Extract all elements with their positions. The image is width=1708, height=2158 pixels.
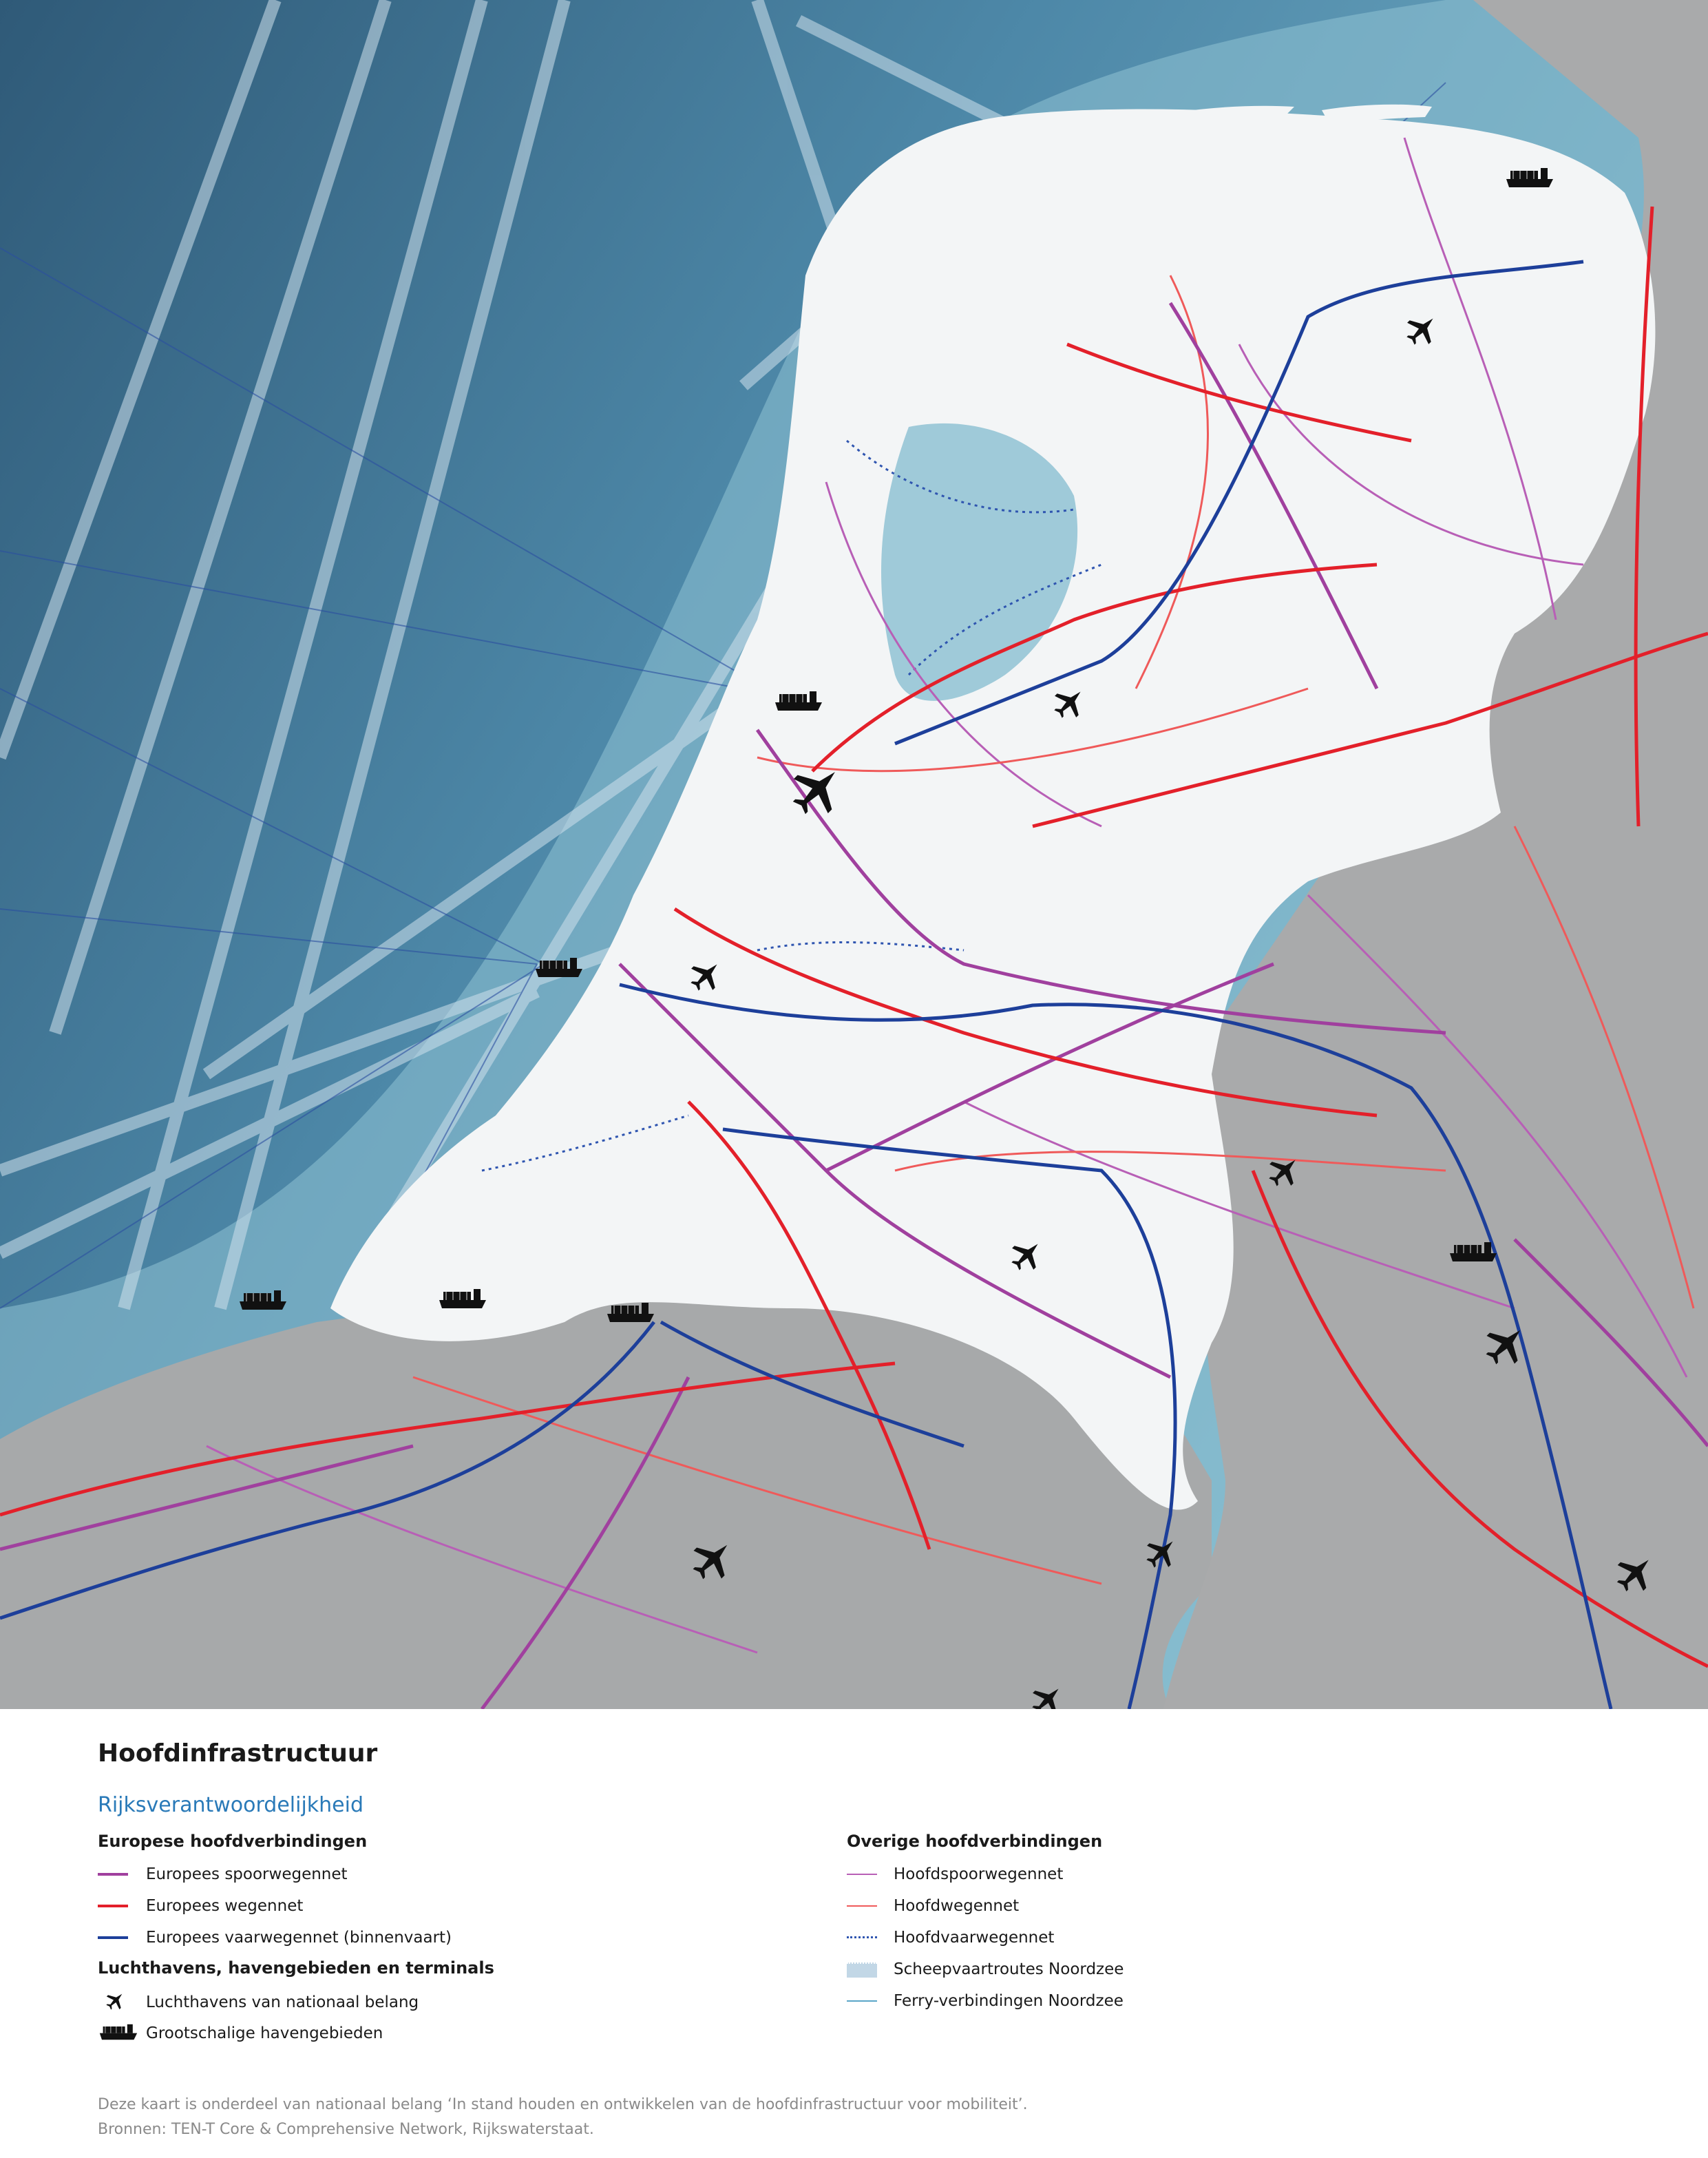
symbol-ferry: [847, 1991, 877, 2011]
footnote-nationaal-belang: Deze kaart is onderdeel van nationaal be…: [98, 2096, 1028, 2113]
symbol-europees-vaarweg: [98, 1927, 128, 1948]
legend-item-europees-spoor: Europees spoorwegennet: [146, 1865, 348, 1883]
legend-subtitle: Rijksverantwoordelijkheid: [98, 1793, 364, 1817]
symbol-hoofdweg: [847, 1896, 877, 1916]
legend-item-hoofdvaarweg: Hoofdvaarwegennet: [894, 1929, 1055, 1947]
map-canvas: [0, 0, 1708, 1709]
group-heading-luchthavens: Luchthavens, havengebieden en terminals: [98, 1958, 494, 1978]
group-heading-europese: Europese hoofdverbindingen: [98, 1832, 368, 1851]
symbol-hoofdweg-swatch: [847, 1905, 877, 1907]
ship-icon: [1449, 1242, 1497, 1262]
symbol-hoofdvaarweg: [847, 1927, 877, 1948]
symbol-europees-vaarweg-swatch: [98, 1936, 128, 1939]
symbol-hoofdvaarweg-swatch: [847, 1936, 877, 1938]
symbol-hoofdspoor-swatch: [847, 1874, 877, 1875]
infrastructure-map: [0, 0, 1708, 1709]
legend-item-hoofdweg: Hoofdwegennet: [894, 1897, 1020, 1915]
symbol-scheepvaartroutes-swatch: [847, 1962, 877, 1978]
legend-item-europees-weg: Europees wegennet: [146, 1897, 304, 1915]
legend-item-havengebieden: Grootschalige havengebieden: [146, 2024, 383, 2042]
symbol-europees-weg: [98, 1896, 128, 1916]
ship-icon: [1506, 167, 1554, 188]
symbol-ferry-swatch: [847, 2000, 877, 2002]
ship-icon: [99, 2024, 138, 2040]
symbol-europees-weg-swatch: [98, 1905, 128, 1907]
legend-title: Hoofdinfrastructuur: [98, 1739, 378, 1768]
legend-item-ferry: Ferry-verbindingen Noordzee: [894, 1992, 1124, 2010]
symbol-scheepvaartroutes: [847, 1959, 877, 1980]
symbol-hoofdspoor: [847, 1864, 877, 1885]
group-heading-overige: Overige hoofdverbindingen: [847, 1832, 1103, 1851]
airplane-icon: [103, 1990, 128, 2011]
symbol-europees-spoor-swatch: [98, 1873, 128, 1876]
legend-item-luchthavens: Luchthavens van nationaal belang: [146, 1993, 419, 2011]
ship-icon: [607, 1302, 655, 1323]
ship-icon: [239, 1290, 287, 1310]
legend-item-europees-vaarweg: Europees vaarwegennet (binnenvaart): [146, 1929, 452, 1947]
legend-item-scheepvaartroutes: Scheepvaartroutes Noordzee: [894, 1960, 1124, 1978]
footnote-bronnen: Bronnen: TEN-T Core & Comprehensive Netw…: [98, 2121, 594, 2138]
symbol-europees-spoor: [98, 1864, 128, 1885]
ship-icon: [774, 691, 823, 711]
ship-icon: [439, 1288, 487, 1309]
legend-item-hoofdspoor: Hoofdspoorwegennet: [894, 1865, 1064, 1883]
ship-icon: [535, 957, 583, 978]
